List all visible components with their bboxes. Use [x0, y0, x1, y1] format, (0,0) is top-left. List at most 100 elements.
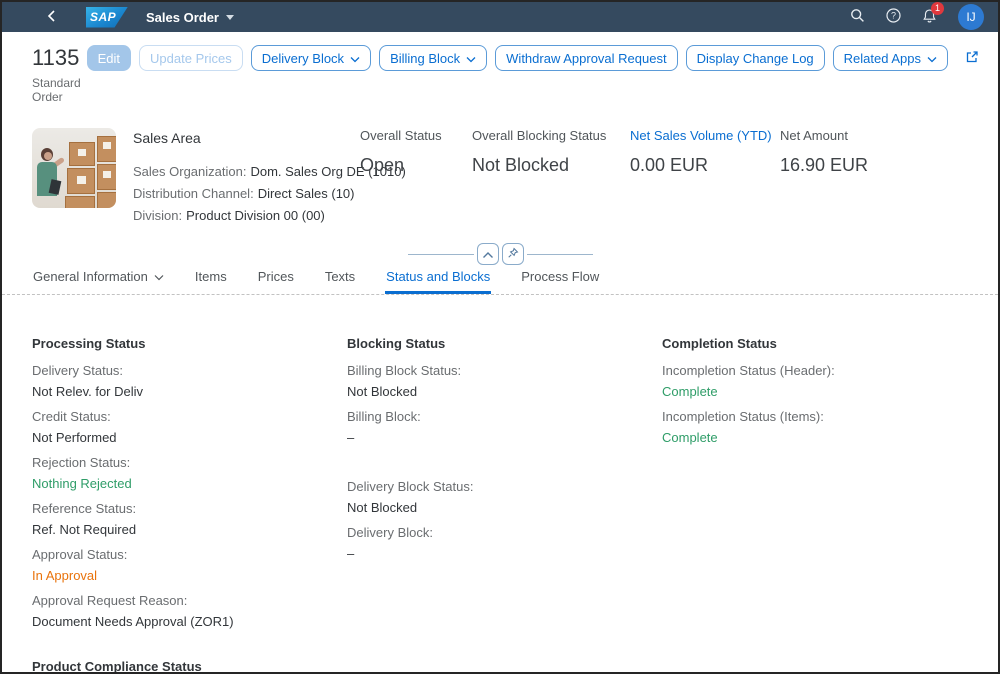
display-change-log-button[interactable]: Display Change Log: [686, 45, 825, 71]
field-label: Incompletion Status (Header):: [662, 360, 977, 381]
chevron-up-icon: [482, 247, 494, 262]
tab-process-flow[interactable]: Process Flow: [520, 267, 600, 294]
update-prices-button[interactable]: Update Prices: [139, 45, 243, 71]
kpi-label: Overall Status: [360, 128, 447, 143]
field-distribution-channel: Distribution Channel:Direct Sales (10): [133, 183, 358, 205]
tab-label: Prices: [258, 269, 294, 284]
tab-items[interactable]: Items: [194, 267, 228, 294]
search-button[interactable]: [850, 8, 865, 26]
field-value: –: [347, 543, 662, 564]
delivery-block-label: Delivery Block: [262, 51, 344, 66]
title-block: 1135 Standard Order: [32, 45, 87, 104]
blocking-status-title: Blocking Status: [347, 336, 662, 351]
chevron-down-icon: [350, 51, 360, 66]
kpi-value: Open: [360, 155, 447, 176]
photo-box-label: [78, 149, 86, 156]
kpi-net-amount: Net Amount 16.90 EUR: [780, 128, 868, 227]
help-button[interactable]: ?: [886, 8, 901, 26]
field-label: Sales Organization:: [133, 164, 246, 179]
collapse-header-button[interactable]: [477, 243, 499, 265]
field-billing-block: Billing Block: –: [347, 406, 662, 448]
share-icon: [964, 49, 980, 68]
completion-status-column: Completion Status Incompletion Status (H…: [662, 336, 977, 672]
field-value: Direct Sales (10): [258, 186, 355, 201]
net-sales-volume-link[interactable]: Net Sales Volume (YTD): [630, 128, 755, 143]
notification-badge: 1: [931, 2, 944, 15]
app-title: Sales Order: [146, 10, 219, 25]
field-credit-status: Credit Status: Not Performed: [32, 406, 347, 448]
field-value-positive: Complete: [662, 427, 977, 448]
field-value-critical: In Approval: [32, 565, 347, 586]
tab-texts[interactable]: Texts: [324, 267, 356, 294]
field-label: Delivery Status:: [32, 360, 347, 381]
field-rejection-status: Rejection Status: Nothing Rejected: [32, 452, 347, 494]
back-button[interactable]: [38, 4, 64, 30]
field-value-positive: Complete: [662, 381, 977, 402]
sales-area-title: Sales Area: [133, 130, 358, 146]
notifications-button[interactable]: 1: [922, 8, 937, 27]
field-label: Credit Status:: [32, 406, 347, 427]
field-delivery-block: Delivery Block: –: [347, 522, 662, 564]
field-value-positive: Nothing Rejected: [32, 473, 347, 494]
field-label: Rejection Status:: [32, 452, 347, 473]
delivery-block-button[interactable]: Delivery Block: [251, 45, 371, 71]
field-label: Delivery Block Status:: [347, 476, 662, 497]
kpi-overall-blocking-status: Overall Blocking Status Not Blocked: [472, 128, 605, 227]
withdraw-approval-label: Withdraw Approval Request: [506, 51, 666, 66]
anchor-line: [527, 254, 593, 255]
field-label: Billing Block:: [347, 406, 662, 427]
edit-button-label: Edit: [98, 51, 120, 66]
share-button[interactable]: [960, 45, 984, 71]
sales-area-facet: Sales Area Sales Organization:Dom. Sales…: [133, 128, 358, 227]
header-anchor-row: [2, 241, 998, 267]
header-facets-row: Sales Area Sales Organization:Dom. Sales…: [32, 128, 984, 227]
anchor-bar-tabs: General Information Items Prices Texts S…: [2, 267, 998, 294]
field-value: Not Blocked: [347, 497, 662, 518]
sap-logo-text: SAP: [86, 10, 116, 24]
back-chevron-icon: [46, 9, 57, 26]
photo-box-label: [103, 171, 111, 178]
avatar-initials: IJ: [966, 10, 975, 24]
app-title-menu[interactable]: Sales Order: [146, 10, 234, 25]
related-apps-button[interactable]: Related Apps: [833, 45, 948, 71]
photo-box-label: [103, 142, 111, 149]
completion-status-title: Completion Status: [662, 336, 977, 351]
sales-area-fields: Sales Organization:Dom. Sales Org DE (10…: [133, 161, 358, 227]
field-approval-status: Approval Status: In Approval: [32, 544, 347, 586]
svg-text:?: ?: [891, 11, 896, 21]
withdraw-approval-request-button[interactable]: Withdraw Approval Request: [495, 45, 677, 71]
sap-logo[interactable]: SAP: [86, 7, 128, 28]
tab-status-and-blocks[interactable]: Status and Blocks: [385, 267, 491, 294]
page-subtitle: Standard Order: [32, 76, 87, 104]
field-incompletion-status-items: Incompletion Status (Items): Complete: [662, 406, 977, 448]
photo-box: [97, 192, 116, 208]
kpi-overall-status: Overall Status Open: [360, 128, 447, 227]
avatar[interactable]: IJ: [958, 4, 984, 30]
tab-label: General Information: [33, 269, 148, 284]
tab-prices[interactable]: Prices: [257, 267, 295, 294]
field-value: Not Relev. for Deliv: [32, 381, 347, 402]
edit-button[interactable]: Edit: [87, 45, 131, 71]
sales-area-photo: [32, 128, 116, 208]
field-label: Approval Request Reason:: [32, 590, 347, 611]
processing-status-title: Processing Status: [32, 336, 347, 351]
field-label: Reference Status:: [32, 498, 347, 519]
field-billing-block-status: Billing Block Status: Not Blocked: [347, 360, 662, 402]
chevron-down-icon: [927, 51, 937, 66]
field-value: –: [347, 427, 662, 448]
tab-label: Items: [195, 269, 227, 284]
status-and-blocks-section: Processing Status Delivery Status: Not R…: [2, 295, 998, 672]
chevron-down-icon: [226, 15, 234, 20]
photo-box-label: [77, 176, 86, 184]
pin-header-button[interactable]: [502, 243, 524, 265]
field-delivery-status: Delivery Status: Not Relev. for Deliv: [32, 360, 347, 402]
blocking-status-column: Blocking Status Billing Block Status: No…: [347, 336, 662, 672]
shell-bar: SAP Sales Order ? 1: [2, 2, 998, 32]
kpi-label: Net Amount: [780, 128, 868, 143]
field-label: Incompletion Status (Items):: [662, 406, 977, 427]
chevron-down-icon: [466, 51, 476, 66]
kpi-label: Overall Blocking Status: [472, 128, 605, 143]
tab-general-information[interactable]: General Information: [32, 267, 165, 294]
billing-block-button[interactable]: Billing Block: [379, 45, 487, 71]
object-header: 1135 Standard Order Edit Update Prices D…: [2, 32, 998, 227]
